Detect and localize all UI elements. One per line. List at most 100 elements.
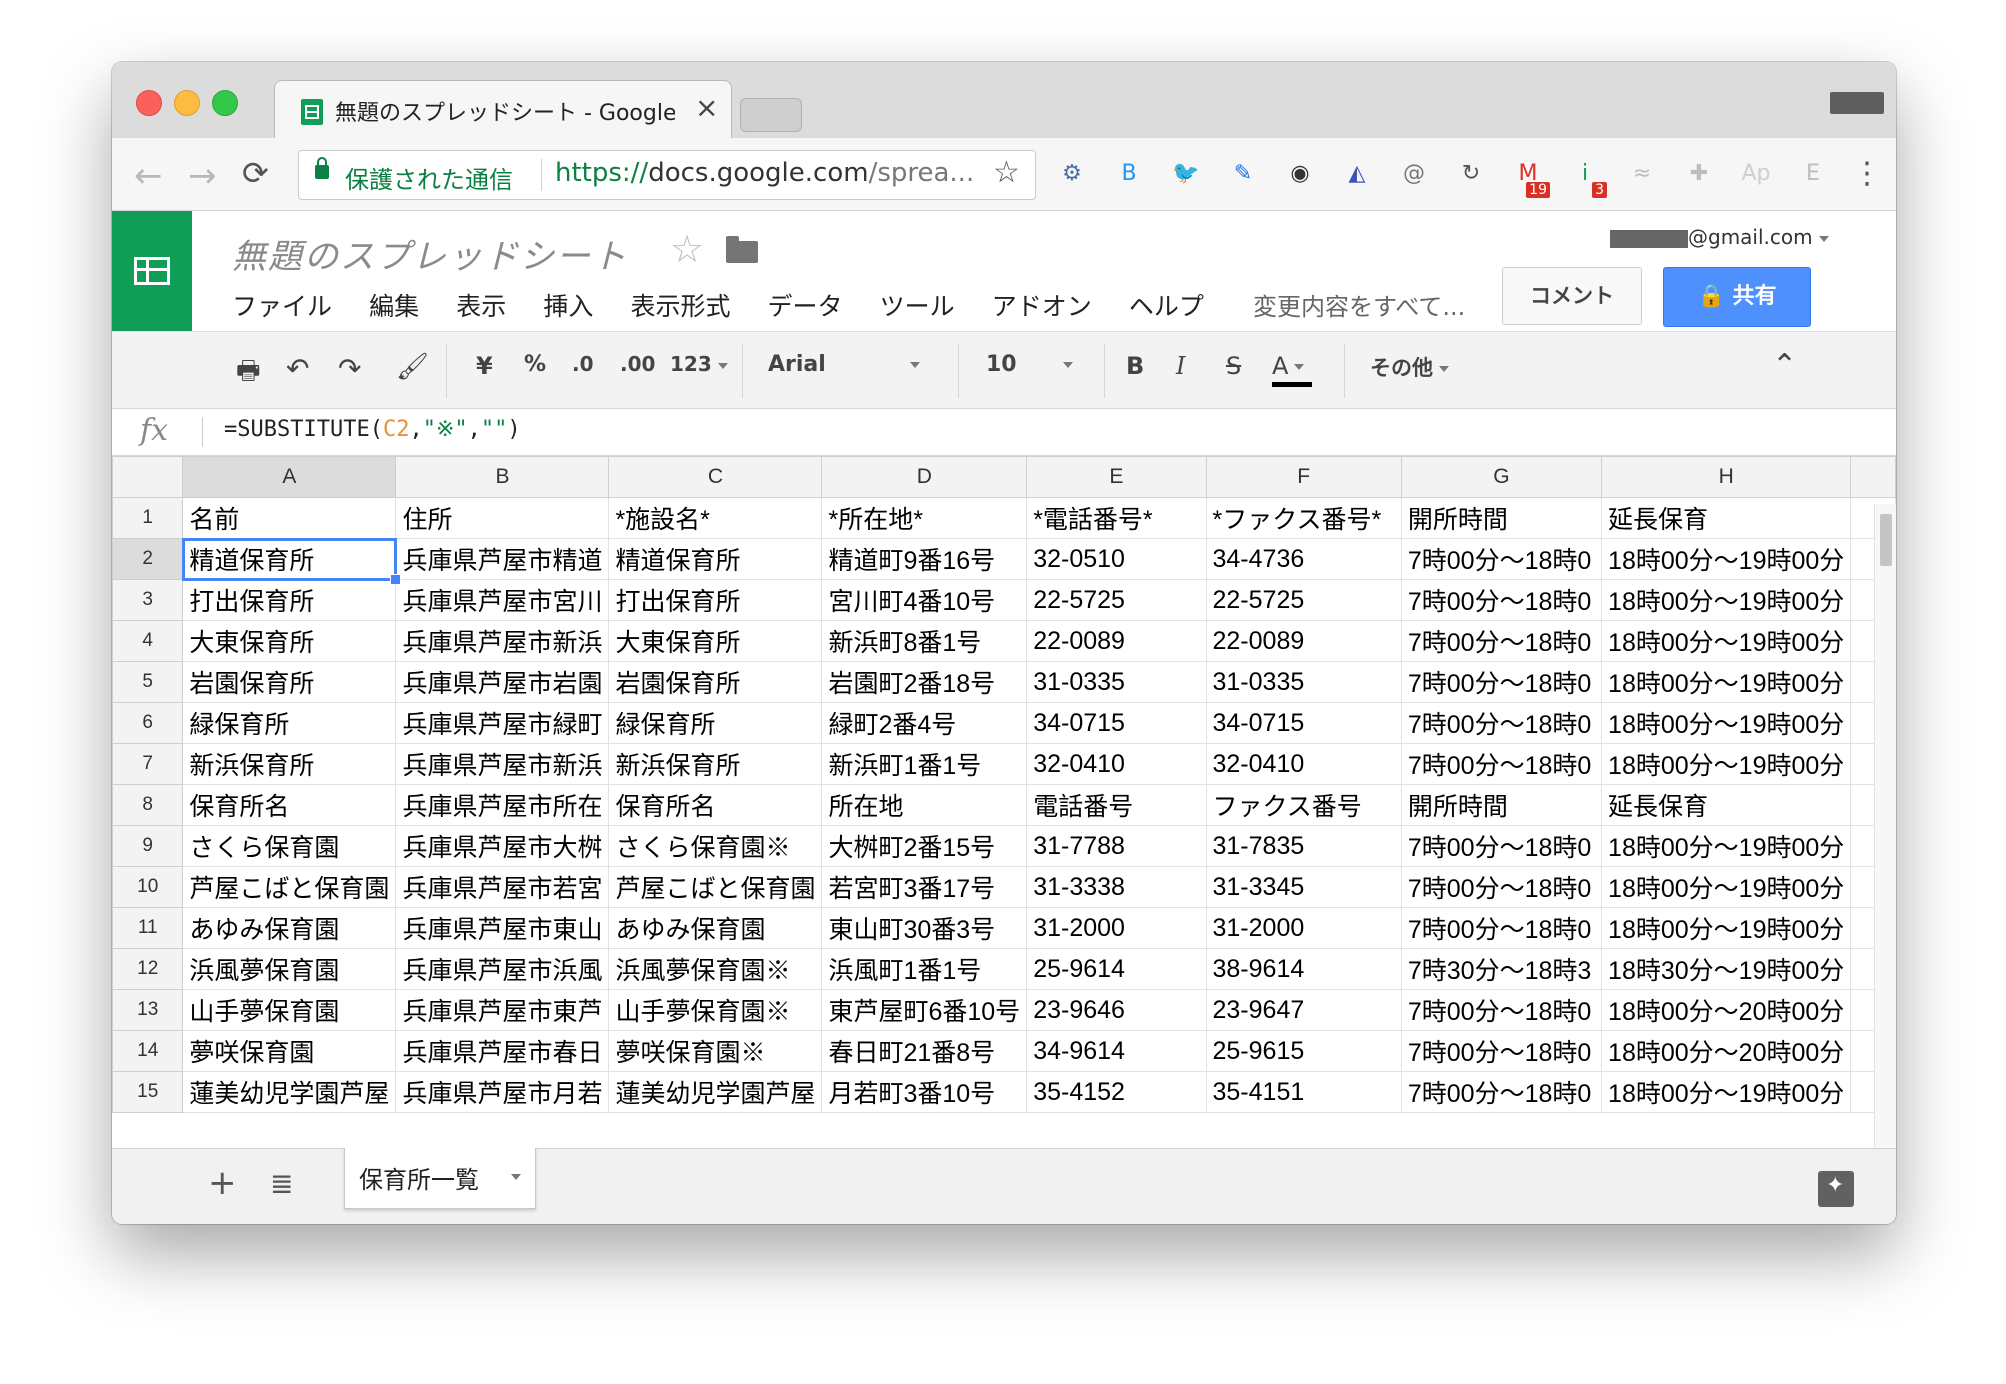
cell-f[interactable]: 35-4151	[1205, 1071, 1402, 1113]
cell-g[interactable]: 7時00分〜18時0	[1400, 579, 1603, 621]
cell-h[interactable]: 18時00分〜19時00分	[1601, 907, 1852, 949]
cell-g[interactable]: 7時00分〜18時0	[1400, 1071, 1603, 1113]
cell-f[interactable]: *ファクス番号*	[1205, 497, 1402, 539]
account-menu[interactable]: @gmail.com	[1610, 225, 1829, 249]
cell-a[interactable]: 緑保育所	[182, 702, 397, 744]
column-header-next[interactable]	[1850, 456, 1896, 498]
text-color-button[interactable]: A	[1272, 352, 1318, 387]
cell-g[interactable]: 開所時間	[1400, 784, 1603, 826]
cell-d[interactable]: 若宮町3番17号	[821, 866, 1028, 908]
menu-view[interactable]: 表示	[456, 287, 506, 323]
cell-f[interactable]: 34-0715	[1205, 702, 1402, 744]
cell-f[interactable]: 31-2000	[1205, 907, 1402, 949]
cell-b[interactable]: 兵庫県芦屋市春日	[395, 1030, 610, 1072]
cell-f[interactable]: 31-7835	[1205, 825, 1402, 867]
cell-b[interactable]: 兵庫県芦屋市若宮	[395, 866, 610, 908]
redo-icon[interactable]: ↷	[338, 352, 361, 385]
cell-f[interactable]: 31-3345	[1205, 866, 1402, 908]
cell-d[interactable]: 春日町21番8号	[821, 1030, 1028, 1072]
speed-icon[interactable]: ◭	[1341, 158, 1373, 190]
cell-e[interactable]: 31-7788	[1026, 825, 1207, 867]
cell-c[interactable]: 浜風夢保育園※	[608, 948, 823, 990]
row-header[interactable]: 2	[112, 538, 184, 580]
cell-g[interactable]: 7時00分〜18時0	[1400, 620, 1603, 662]
menu-tools[interactable]: ツール	[880, 287, 955, 323]
menu-insert[interactable]: 挿入	[543, 287, 593, 323]
menu-file[interactable]: ファイル	[232, 287, 332, 323]
eyedropper-icon[interactable]: ✎	[1227, 158, 1259, 190]
address-bar[interactable]: 保護された通信 https://docs.google.com/sprea...…	[298, 150, 1036, 200]
cell-d[interactable]: 月若町3番10号	[821, 1071, 1028, 1113]
cell-h[interactable]: 18時00分〜19時00分	[1601, 661, 1852, 703]
cell-a[interactable]: 浜風夢保育園	[182, 948, 397, 990]
cell-d[interactable]: 宮川町4番10号	[821, 579, 1028, 621]
row-header[interactable]: 12	[112, 948, 184, 990]
share-button[interactable]: 🔒 共有	[1663, 267, 1811, 327]
url-text[interactable]: https://docs.google.com/sprea...	[555, 158, 974, 188]
print-icon[interactable]: 🖶	[236, 352, 261, 396]
sync-icon[interactable]: ↻	[1455, 158, 1487, 190]
cell-g[interactable]: 7時00分〜18時0	[1400, 702, 1603, 744]
select-all-corner[interactable]	[112, 456, 184, 498]
gear-extension-icon[interactable]: ⚙	[1056, 158, 1088, 190]
bookmark-star-icon[interactable]: ☆	[993, 155, 1020, 190]
cell-h[interactable]: 18時00分〜19時00分	[1601, 743, 1852, 785]
column-header-e[interactable]: E	[1026, 456, 1207, 498]
column-header-f[interactable]: F	[1205, 456, 1402, 498]
cell-a[interactable]: あゆみ保育園	[182, 907, 397, 949]
cell-b[interactable]: 兵庫県芦屋市宮川	[395, 579, 610, 621]
cell-h[interactable]: 18時00分〜19時00分	[1601, 1071, 1852, 1113]
chevron-down-icon[interactable]	[511, 1174, 521, 1180]
font-size-select[interactable]: 10	[986, 352, 1086, 377]
cell-f[interactable]: ファクス番号	[1205, 784, 1402, 826]
color-wheel-icon[interactable]: ◉	[1284, 158, 1316, 190]
cell-d[interactable]: 東芦屋町6番10号	[821, 989, 1028, 1031]
cell-a[interactable]: 新浜保育所	[182, 743, 397, 785]
paint-format-icon[interactable]: 🖌	[396, 352, 429, 382]
cell-g[interactable]: 7時00分〜18時0	[1400, 743, 1603, 785]
font-family-select[interactable]: Arial	[768, 352, 928, 377]
formula-input[interactable]: =SUBSTITUTE(C2,"※","")	[224, 417, 521, 442]
menu-format[interactable]: 表示形式	[630, 287, 730, 323]
cell-e[interactable]: 31-3338	[1026, 866, 1207, 908]
cell-c[interactable]: 新浜保育所	[608, 743, 823, 785]
cell-f[interactable]: 38-9614	[1205, 948, 1402, 990]
cell-e[interactable]: 32-0510	[1026, 538, 1207, 580]
cell-a[interactable]: 岩園保育所	[182, 661, 397, 703]
row-header[interactable]: 14	[112, 1030, 184, 1072]
cell-b[interactable]: 兵庫県芦屋市新浜	[395, 743, 610, 785]
cell-a[interactable]: 保育所名	[182, 784, 397, 826]
cell-e[interactable]: 34-9614	[1026, 1030, 1207, 1072]
cell-f[interactable]: 31-0335	[1205, 661, 1402, 703]
move-to-folder-icon[interactable]	[726, 236, 758, 263]
decrease-decimal-button[interactable]: .0	[572, 352, 594, 376]
cell-c[interactable]: 大東保育所	[608, 620, 823, 662]
rss-icon[interactable]: ≈	[1626, 158, 1658, 190]
cell-g[interactable]: 7時00分〜18時0	[1400, 661, 1603, 703]
cell-h[interactable]: 18時00分〜19時00分	[1601, 825, 1852, 867]
row-header[interactable]: 8	[112, 784, 184, 826]
row-header[interactable]: 15	[112, 1071, 184, 1113]
cell-b[interactable]: 住所	[395, 497, 610, 539]
cell-d[interactable]: 精道町9番16号	[821, 538, 1028, 580]
cell-b[interactable]: 兵庫県芦屋市大桝	[395, 825, 610, 867]
cell-b[interactable]: 兵庫県芦屋市緑町	[395, 702, 610, 744]
cell-d[interactable]: 緑町2番4号	[821, 702, 1028, 744]
vertical-scrollbar[interactable]	[1874, 504, 1896, 1164]
cell-a[interactable]: 山手夢保育園	[182, 989, 397, 1031]
row-header[interactable]: 10	[112, 866, 184, 908]
sheets-logo-icon[interactable]	[112, 211, 192, 331]
cell-f[interactable]: 32-0410	[1205, 743, 1402, 785]
cell-d[interactable]: 大桝町2番15号	[821, 825, 1028, 867]
cell-c[interactable]: 保育所名	[608, 784, 823, 826]
column-header-a[interactable]: A	[182, 456, 397, 498]
cell-g[interactable]: 7時30分〜18時3	[1400, 948, 1603, 990]
cell-h[interactable]: 18時00分〜19時00分	[1601, 538, 1852, 580]
cell-b[interactable]: 兵庫県芦屋市精道	[395, 538, 610, 580]
cell-a[interactable]: 蓮美幼児学園芦屋	[182, 1071, 397, 1113]
cell-a[interactable]: 打出保育所	[182, 579, 397, 621]
strikethrough-button[interactable]: S	[1226, 352, 1241, 380]
cell-b[interactable]: 兵庫県芦屋市月若	[395, 1071, 610, 1113]
cell-b[interactable]: 兵庫県芦屋市東山	[395, 907, 610, 949]
row-header[interactable]: 4	[112, 620, 184, 662]
